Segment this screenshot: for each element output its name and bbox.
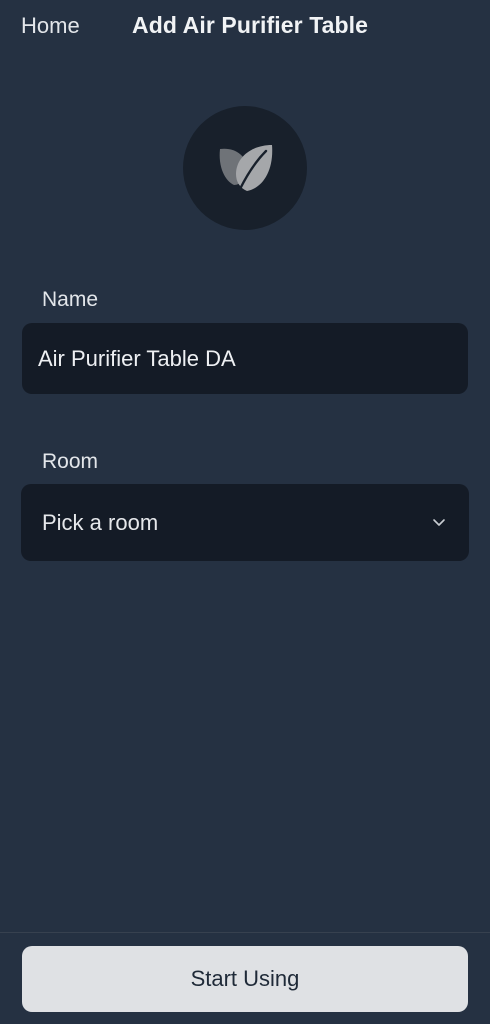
home-link[interactable]: Home: [21, 13, 80, 39]
footer-divider: [0, 932, 490, 933]
start-using-button[interactable]: Start Using: [22, 946, 468, 1012]
name-label: Name: [42, 288, 99, 311]
room-select[interactable]: Pick a room: [21, 484, 469, 561]
page-title: Add Air Purifier Table: [132, 12, 369, 38]
room-label: Room: [42, 450, 99, 473]
chevron-down-icon: [431, 515, 447, 531]
name-input[interactable]: [22, 323, 468, 394]
top-bar: Home Add Air Purifier Table: [0, 0, 490, 54]
room-select-value: Pick a room: [42, 509, 159, 535]
leaf-icon: [214, 137, 276, 199]
device-avatar: [183, 106, 307, 230]
